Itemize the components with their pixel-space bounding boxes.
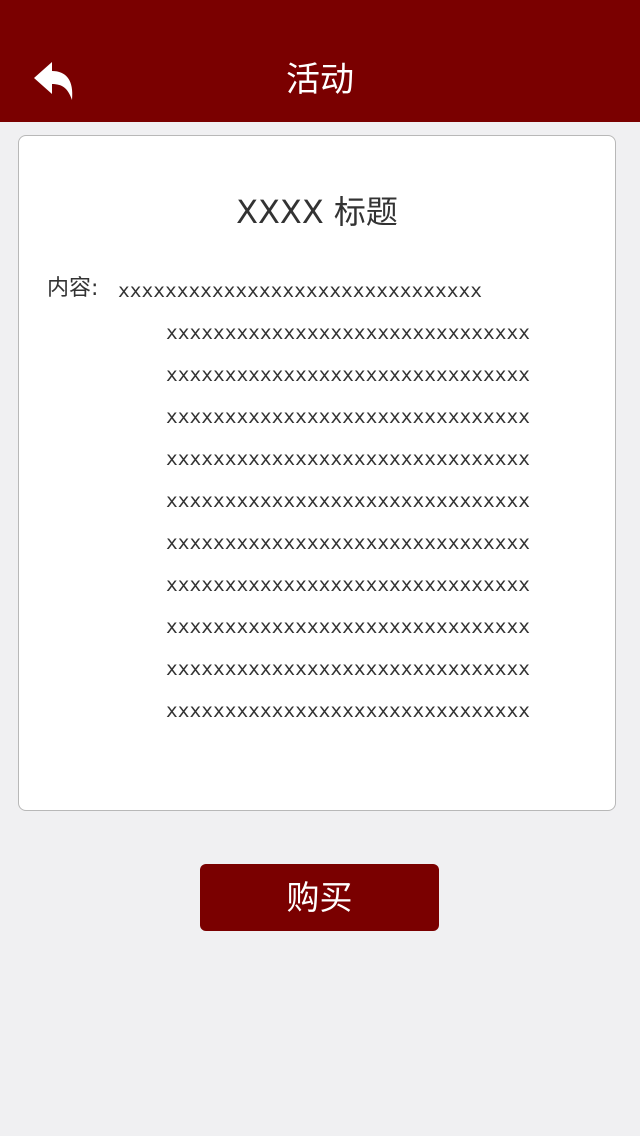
content-line: xxxxxxxxxxxxxxxxxxxxxxxxxxxxxxx	[166, 657, 530, 680]
content-line: xxxxxxxxxxxxxxxxxxxxxxxxxxxxxxx	[166, 531, 530, 554]
content-line: xxxxxxxxxxxxxxxxxxxxxxxxxxxxxxx	[166, 447, 530, 470]
activity-card: XXXX 标题 内容: xxxxxxxxxxxxxxxxxxxxxxxxxxxx…	[18, 135, 616, 811]
activity-title: XXXX 标题	[236, 193, 398, 231]
page-title: 活动	[286, 60, 354, 100]
content-line: xxxxxxxxxxxxxxxxxxxxxxxxxxxxxxx	[166, 615, 530, 638]
content-line-first: xxxxxxxxxxxxxxxxxxxxxxxxxxxxxxx	[118, 279, 482, 302]
content-line: xxxxxxxxxxxxxxxxxxxxxxxxxxxxxxx	[166, 321, 530, 344]
content-line: xxxxxxxxxxxxxxxxxxxxxxxxxxxxxxx	[166, 489, 530, 512]
header-bar: 活动	[0, 0, 640, 122]
content-line: xxxxxxxxxxxxxxxxxxxxxxxxxxxxxxx	[166, 573, 530, 596]
content-text: xxxxxxxxxxxxxxxxxxxxxxxxxxxxxxx xxxxxxxx…	[166, 318, 530, 738]
content-label: 内容:	[47, 276, 99, 301]
content-line: xxxxxxxxxxxxxxxxxxxxxxxxxxxxxxx	[166, 363, 530, 386]
content-line: xxxxxxxxxxxxxxxxxxxxxxxxxxxxxxx	[166, 405, 530, 428]
buy-button[interactable]: 购买	[200, 864, 439, 931]
content-line: xxxxxxxxxxxxxxxxxxxxxxxxxxxxxxx	[166, 699, 530, 722]
